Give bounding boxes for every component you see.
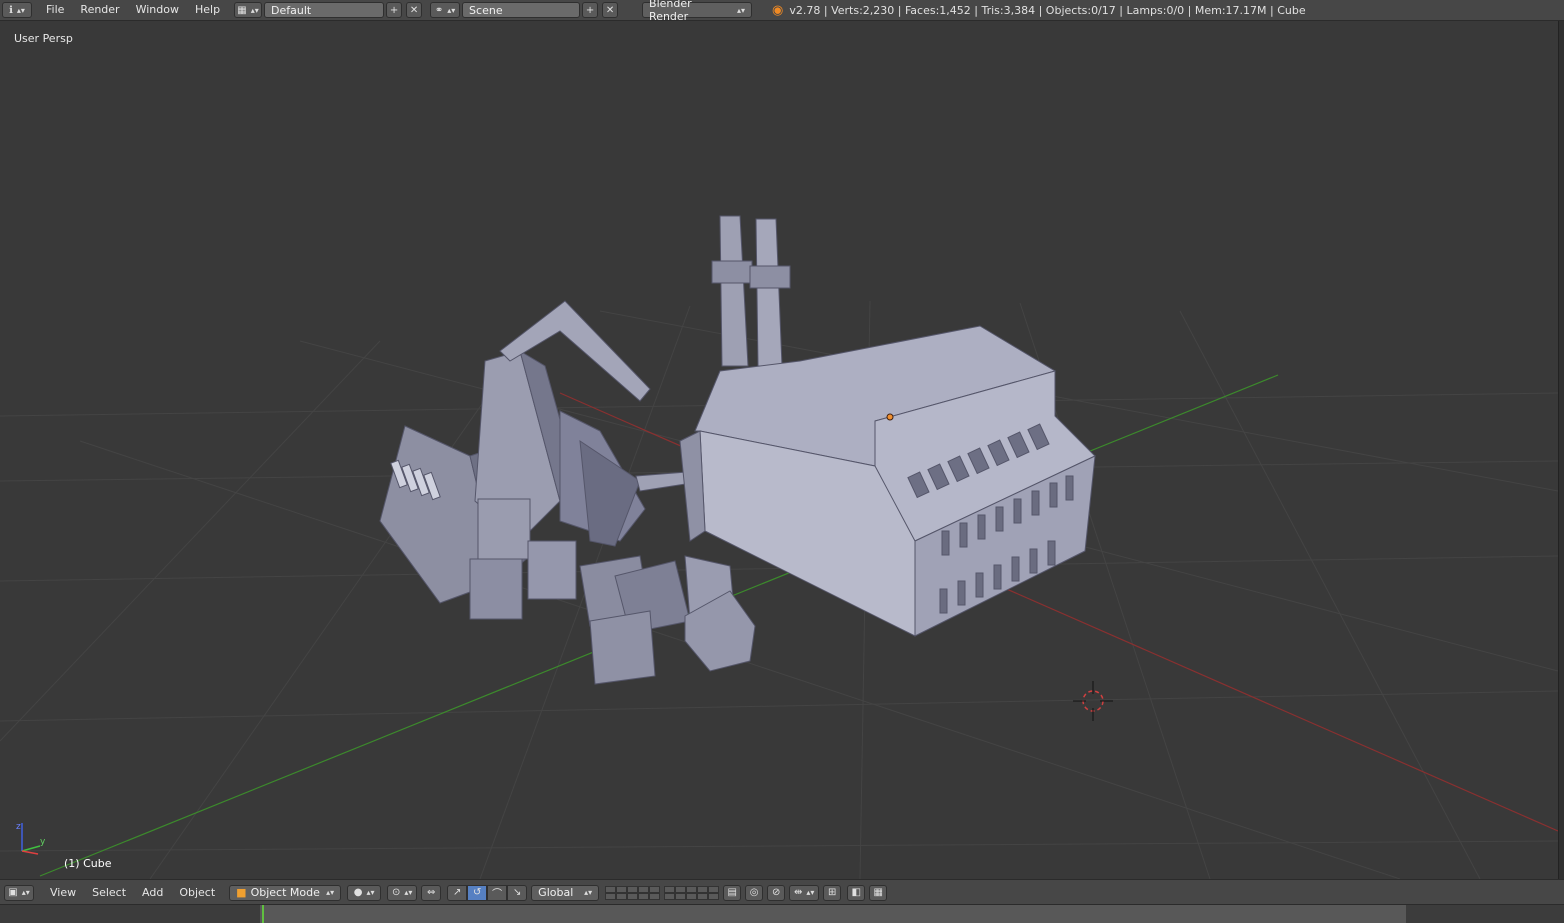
manipulator-icon[interactable]: ⇔: [421, 884, 442, 901]
translate-icon[interactable]: ↗: [447, 884, 468, 901]
scene-icon[interactable]: ⚭ ▴▾: [430, 2, 461, 18]
mesh-chimneys[interactable]: [711, 215, 791, 367]
layer-buttons-2[interactable]: [664, 885, 720, 900]
snap-target-icon[interactable]: ⊞: [823, 884, 842, 901]
snap-element-icon[interactable]: ⇹ ▴▾: [789, 884, 820, 901]
mode-label: Object Mode: [250, 886, 320, 899]
active-object-label: (1) Cube: [64, 857, 112, 870]
menu-object[interactable]: Object: [171, 883, 223, 903]
axis-gizmo-icon: z y: [16, 822, 46, 855]
menu-window[interactable]: Window: [128, 0, 187, 20]
menu-add[interactable]: Add: [134, 883, 171, 903]
viewport-splitter[interactable]: [1558, 21, 1564, 879]
render-engine-select[interactable]: Blender Render ▴▾: [642, 0, 753, 23]
render-engine-label: Blender Render: [649, 0, 692, 23]
view-label: User Persp: [14, 32, 73, 45]
timeline-strip[interactable]: [0, 904, 1564, 923]
3d-viewport[interactable]: z y User Persp (1) Cube: [0, 21, 1558, 879]
info-header: ℹ ▴▾ File Render Window Help ▦ ▴▾ Default …: [0, 0, 1564, 23]
menu-file[interactable]: File: [38, 0, 72, 20]
viewport-header: ▣ ▴▾ View Select Add Object ■ Object Mode ▴…: [0, 879, 1564, 905]
orientation-select[interactable]: Global ▴▾: [531, 884, 600, 901]
scene-field[interactable]: Scene: [462, 2, 581, 18]
manipulator-group: ↗ ↺ ⌒ ↘: [447, 884, 528, 901]
proportional-edit-icon[interactable]: ◎: [745, 884, 764, 901]
scene-stats: v2.78 | Verts:2,230 | Faces:1,452 | Tris…: [789, 3, 1306, 17]
timeline-postroll: [1406, 905, 1564, 923]
screen-layout-icon[interactable]: ▦ ▴▾: [234, 2, 263, 18]
add-layout-button[interactable]: +: [386, 2, 403, 18]
scale-icon[interactable]: ⌒: [487, 884, 508, 901]
screen-layout-field[interactable]: Default: [264, 2, 385, 18]
viewport-scene: z y: [0, 215, 1558, 879]
render-icon[interactable]: ◧: [847, 884, 866, 901]
add-scene-button[interactable]: +: [582, 2, 599, 18]
snap-icon[interactable]: ↘: [507, 884, 528, 901]
menu-select[interactable]: Select: [84, 883, 134, 903]
rotate-icon[interactable]: ↺: [467, 884, 488, 901]
timeline-preroll: [0, 905, 260, 923]
menu-view[interactable]: View: [42, 883, 84, 903]
delete-layout-button[interactable]: ✕: [406, 2, 423, 18]
object-mode-cube-icon: ■: [236, 886, 247, 899]
layer-buttons[interactable]: [605, 885, 661, 900]
mesh-factory[interactable]: [679, 325, 1096, 637]
svg-text:y: y: [40, 837, 46, 847]
current-frame-indicator[interactable]: [262, 905, 264, 923]
render-animation-icon[interactable]: ▦: [869, 884, 888, 901]
info-icon[interactable]: ℹ ▴▾: [2, 2, 32, 18]
solid-shading-icon[interactable]: ● ▴▾: [347, 884, 382, 901]
snapping-icon[interactable]: ⊘: [767, 884, 786, 901]
pivot-icon[interactable]: ⊙ ▴▾: [387, 884, 418, 901]
blender-logo-icon: ◉: [772, 2, 784, 18]
mesh-crates[interactable]: [579, 555, 756, 685]
menu-help[interactable]: Help: [187, 0, 228, 20]
orientation-label: Global: [538, 886, 574, 899]
menu-render[interactable]: Render: [72, 0, 127, 20]
delete-scene-button[interactable]: ✕: [602, 2, 619, 18]
3d-cursor-icon[interactable]: [1073, 681, 1113, 721]
mode-select[interactable]: ■ Object Mode ▴▾: [229, 884, 342, 901]
svg-text:z: z: [16, 822, 21, 832]
viewport-editor-icon[interactable]: ▣ ▴▾: [4, 884, 34, 901]
lock-layers-icon[interactable]: ▤: [723, 884, 742, 901]
